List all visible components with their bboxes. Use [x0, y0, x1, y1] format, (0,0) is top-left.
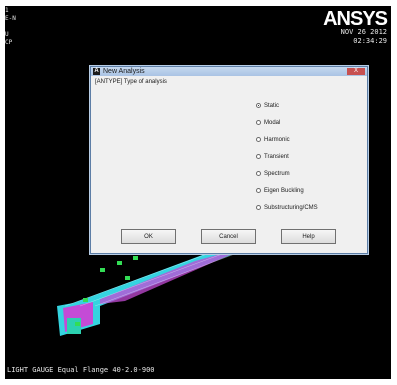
- radio-substructuring-label: Substructuring/CMS: [264, 204, 318, 211]
- radio-harmonic[interactable]: Harmonic: [256, 131, 318, 148]
- ok-button[interactable]: OK: [121, 229, 176, 244]
- radio-unselected-icon: [256, 120, 261, 125]
- radio-harmonic-label: Harmonic: [264, 136, 290, 143]
- radio-substructuring[interactable]: Substructuring/CMS: [256, 199, 318, 216]
- corner-label-type: E-N: [5, 15, 16, 22]
- dialog-title: New Analysis: [103, 68, 145, 75]
- analysis-type-prompt: [ANTYPE] Type of analysis: [95, 79, 167, 85]
- graphics-viewport[interactable]: X 1 E-N U CP ANSYS NOV 26 2012 02:34:29 …: [5, 6, 391, 379]
- ansys-app-icon: A: [93, 68, 100, 75]
- timestamp: NOV 26 2012 02:34:29: [341, 28, 387, 46]
- radio-spectrum[interactable]: Spectrum: [256, 165, 318, 182]
- corner-label-dof: U: [5, 31, 9, 38]
- dialog-titlebar[interactable]: A New Analysis X: [91, 67, 367, 76]
- radio-transient-label: Transient: [264, 153, 289, 160]
- cancel-button[interactable]: Cancel: [201, 229, 256, 244]
- corner-label-number: 1: [5, 7, 9, 14]
- help-button[interactable]: Help: [281, 229, 336, 244]
- radio-eigen-buckling-label: Eigen Buckling: [264, 187, 304, 194]
- time-label: 02:34:29: [353, 37, 387, 45]
- analysis-type-options: Static Modal Harmonic Transient Spectrum…: [256, 97, 318, 216]
- new-analysis-dialog: A New Analysis X [ANTYPE] Type of analys…: [90, 66, 368, 254]
- radio-unselected-icon: [256, 171, 261, 176]
- radio-eigen-buckling[interactable]: Eigen Buckling: [256, 182, 318, 199]
- beam-body: [57, 241, 268, 336]
- model-caption: LIGHT GAUGE Equal Flange 40-2.0-900: [7, 366, 155, 374]
- corner-label-constraint: CP: [5, 39, 13, 46]
- radio-unselected-icon: [256, 188, 261, 193]
- radio-static-label: Static: [264, 102, 280, 109]
- radio-unselected-icon: [256, 205, 261, 210]
- radio-spectrum-label: Spectrum: [264, 170, 290, 177]
- radio-unselected-icon: [256, 137, 261, 142]
- radio-static[interactable]: Static: [256, 97, 318, 114]
- radio-modal-label: Modal: [264, 119, 281, 126]
- radio-transient[interactable]: Transient: [256, 148, 318, 165]
- close-icon[interactable]: X: [347, 68, 365, 75]
- date-label: NOV 26 2012: [340, 28, 387, 36]
- radio-modal[interactable]: Modal: [256, 114, 318, 131]
- radio-selected-icon: [256, 103, 261, 108]
- radio-unselected-icon: [256, 154, 261, 159]
